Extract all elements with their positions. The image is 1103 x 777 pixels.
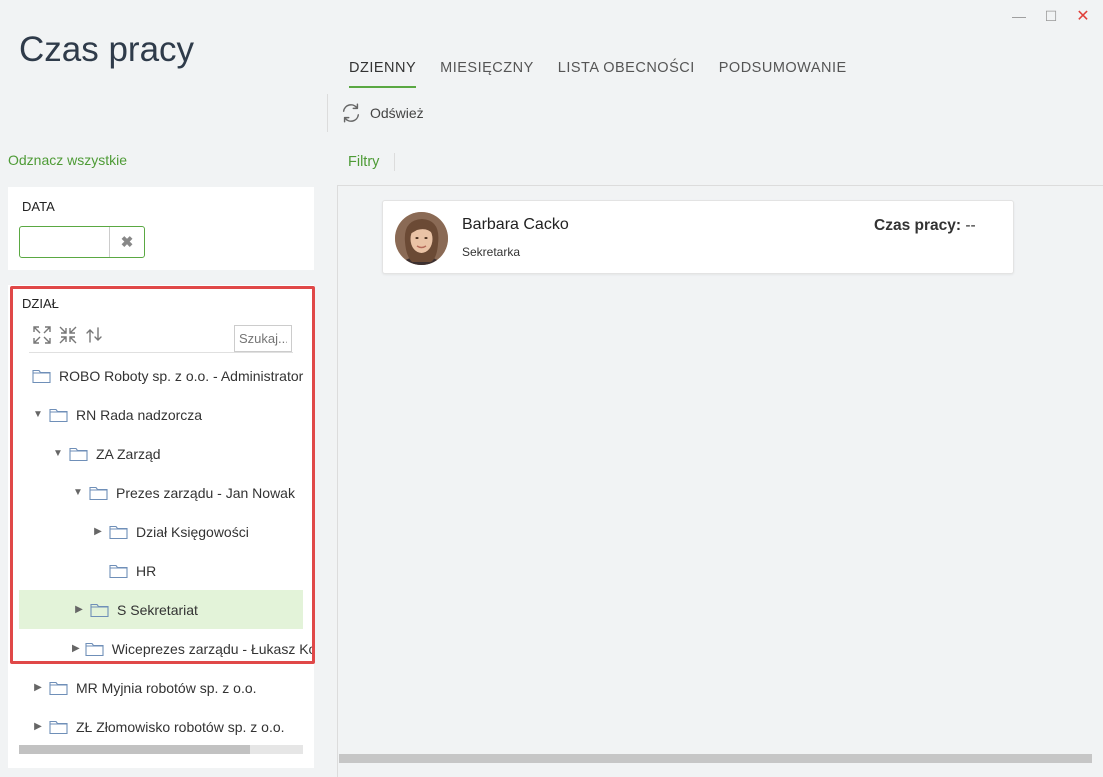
- view-tabs: DZIENNY MIESIĘCZNY LISTA OBECNOŚCI PODSU…: [349, 58, 871, 88]
- tree-node[interactable]: ▶ S Sekretariat: [19, 590, 303, 629]
- folder-icon: [69, 446, 88, 462]
- tree-node-label: HR: [136, 562, 157, 579]
- caret-down-icon[interactable]: ▼: [72, 487, 84, 499]
- maximize-icon[interactable]: ☐: [1037, 6, 1065, 26]
- tab-daily[interactable]: DZIENNY: [349, 58, 417, 88]
- collapse-all-icon[interactable]: [58, 325, 78, 345]
- date-filter-panel: DATA ✖: [8, 187, 314, 270]
- tree-node[interactable]: ▶ MR Myjnia robotów sp. z o.o.: [8, 668, 314, 707]
- date-input[interactable]: [20, 227, 110, 257]
- tree-horizontal-scrollbar[interactable]: [19, 745, 303, 754]
- date-label: DATA: [22, 199, 55, 214]
- content-horizontal-scrollbar[interactable]: [339, 754, 1092, 763]
- tree-node-label: S Sekretariat: [117, 601, 198, 618]
- work-time-label: Czas pracy:: [874, 217, 962, 234]
- scrollbar-thumb[interactable]: [19, 745, 250, 754]
- caret-right-icon[interactable]: ▶: [32, 721, 44, 733]
- tree-node[interactable]: ROBO Roboty sp. z o.o. - Administrator: [8, 356, 314, 395]
- department-panel: DZIAŁ ROBO Roboty sp. z o.o. - Administr…: [8, 285, 314, 768]
- folder-icon: [49, 719, 68, 735]
- tree-node[interactable]: ▼ Prezes zarządu - Jan Nowak: [8, 473, 314, 512]
- folder-icon: [109, 524, 128, 540]
- tree-node[interactable]: ▶ ZŁ Złomowisko robotów sp. z o.o.: [8, 707, 314, 742]
- tree-node-label: MR Myjnia robotów sp. z o.o.: [76, 679, 257, 696]
- caret-right-icon[interactable]: ▶: [92, 526, 104, 538]
- folder-icon: [85, 641, 104, 657]
- tree-node[interactable]: ▼ RN Rada nadzorcza: [8, 395, 314, 434]
- tree-node[interactable]: ▶ Wiceprezes zarządu - Łukasz Kowalski: [8, 629, 314, 668]
- caret-down-icon[interactable]: ▼: [52, 448, 64, 460]
- folder-icon: [109, 563, 128, 579]
- tree-divider: [29, 352, 293, 353]
- reload-icon[interactable]: [84, 325, 104, 345]
- close-icon[interactable]: ✕: [1069, 6, 1097, 26]
- window-controls: — ☐ ✕: [1005, 6, 1097, 26]
- caret-right-icon[interactable]: ▶: [73, 604, 85, 616]
- caret-down-icon[interactable]: ▼: [32, 409, 44, 421]
- caret-right-icon[interactable]: ▶: [32, 682, 44, 694]
- caret-right-icon[interactable]: ▶: [72, 643, 80, 655]
- date-field: ✖: [19, 226, 145, 258]
- employee-name: Barbara Cacko: [462, 216, 569, 233]
- tree-node-label: Wiceprezes zarządu - Łukasz Kowalski: [111, 640, 314, 657]
- refresh-label: Odśwież: [370, 105, 424, 121]
- tree-node-label: Prezes zarządu - Jan Nowak: [116, 484, 295, 501]
- folder-icon: [49, 407, 68, 423]
- department-tree: ROBO Roboty sp. z o.o. - Administrator ▼ R…: [8, 356, 314, 742]
- work-time-value: --: [965, 217, 976, 234]
- tree-search-input[interactable]: [234, 325, 292, 352]
- app-title: Czas pracy: [19, 30, 195, 69]
- filters-divider: [394, 153, 395, 171]
- deselect-all-link[interactable]: Odznacz wszystkie: [8, 152, 127, 168]
- refresh-icon: [342, 103, 360, 123]
- folder-icon: [90, 602, 109, 618]
- tree-node-label: Dział Księgowości: [136, 523, 249, 540]
- tree-node-label: ZŁ Złomowisko robotów sp. z o.o.: [76, 718, 285, 735]
- tree-node[interactable]: ▶ Dział Księgowości: [8, 512, 314, 551]
- tree-toolbar: [32, 325, 104, 345]
- tree-node-label: RN Rada nadzorcza: [76, 406, 203, 423]
- employee-card[interactable]: Barbara Cacko Sekretarka Czas pracy: --: [382, 200, 1014, 274]
- tab-monthly[interactable]: MIESIĘCZNY: [440, 58, 534, 88]
- filters-button[interactable]: Filtry: [348, 154, 379, 170]
- tree-node[interactable]: HR: [8, 551, 314, 590]
- refresh-button[interactable]: Odśwież: [340, 102, 424, 124]
- folder-icon: [32, 368, 51, 384]
- tree-node-label: ROBO Roboty sp. z o.o. - Administrator: [59, 367, 304, 384]
- minimize-icon[interactable]: —: [1005, 6, 1033, 26]
- folder-icon: [49, 680, 68, 696]
- toolbar-divider: [327, 94, 328, 132]
- close-icon[interactable]: ✖: [110, 227, 144, 257]
- department-label: DZIAŁ: [22, 296, 59, 311]
- employee-role: Sekretarka: [462, 245, 521, 259]
- tab-attendance-list[interactable]: LISTA OBECNOŚCI: [558, 58, 695, 88]
- tab-summary[interactable]: PODSUMOWANIE: [719, 58, 847, 88]
- folder-icon: [89, 485, 108, 501]
- avatar: [395, 212, 448, 265]
- work-time: Czas pracy: --: [874, 217, 976, 235]
- tree-node[interactable]: ▼ ZA Zarząd: [8, 434, 314, 473]
- expand-all-icon[interactable]: [32, 325, 52, 345]
- tree-node-label: ZA Zarząd: [96, 445, 161, 462]
